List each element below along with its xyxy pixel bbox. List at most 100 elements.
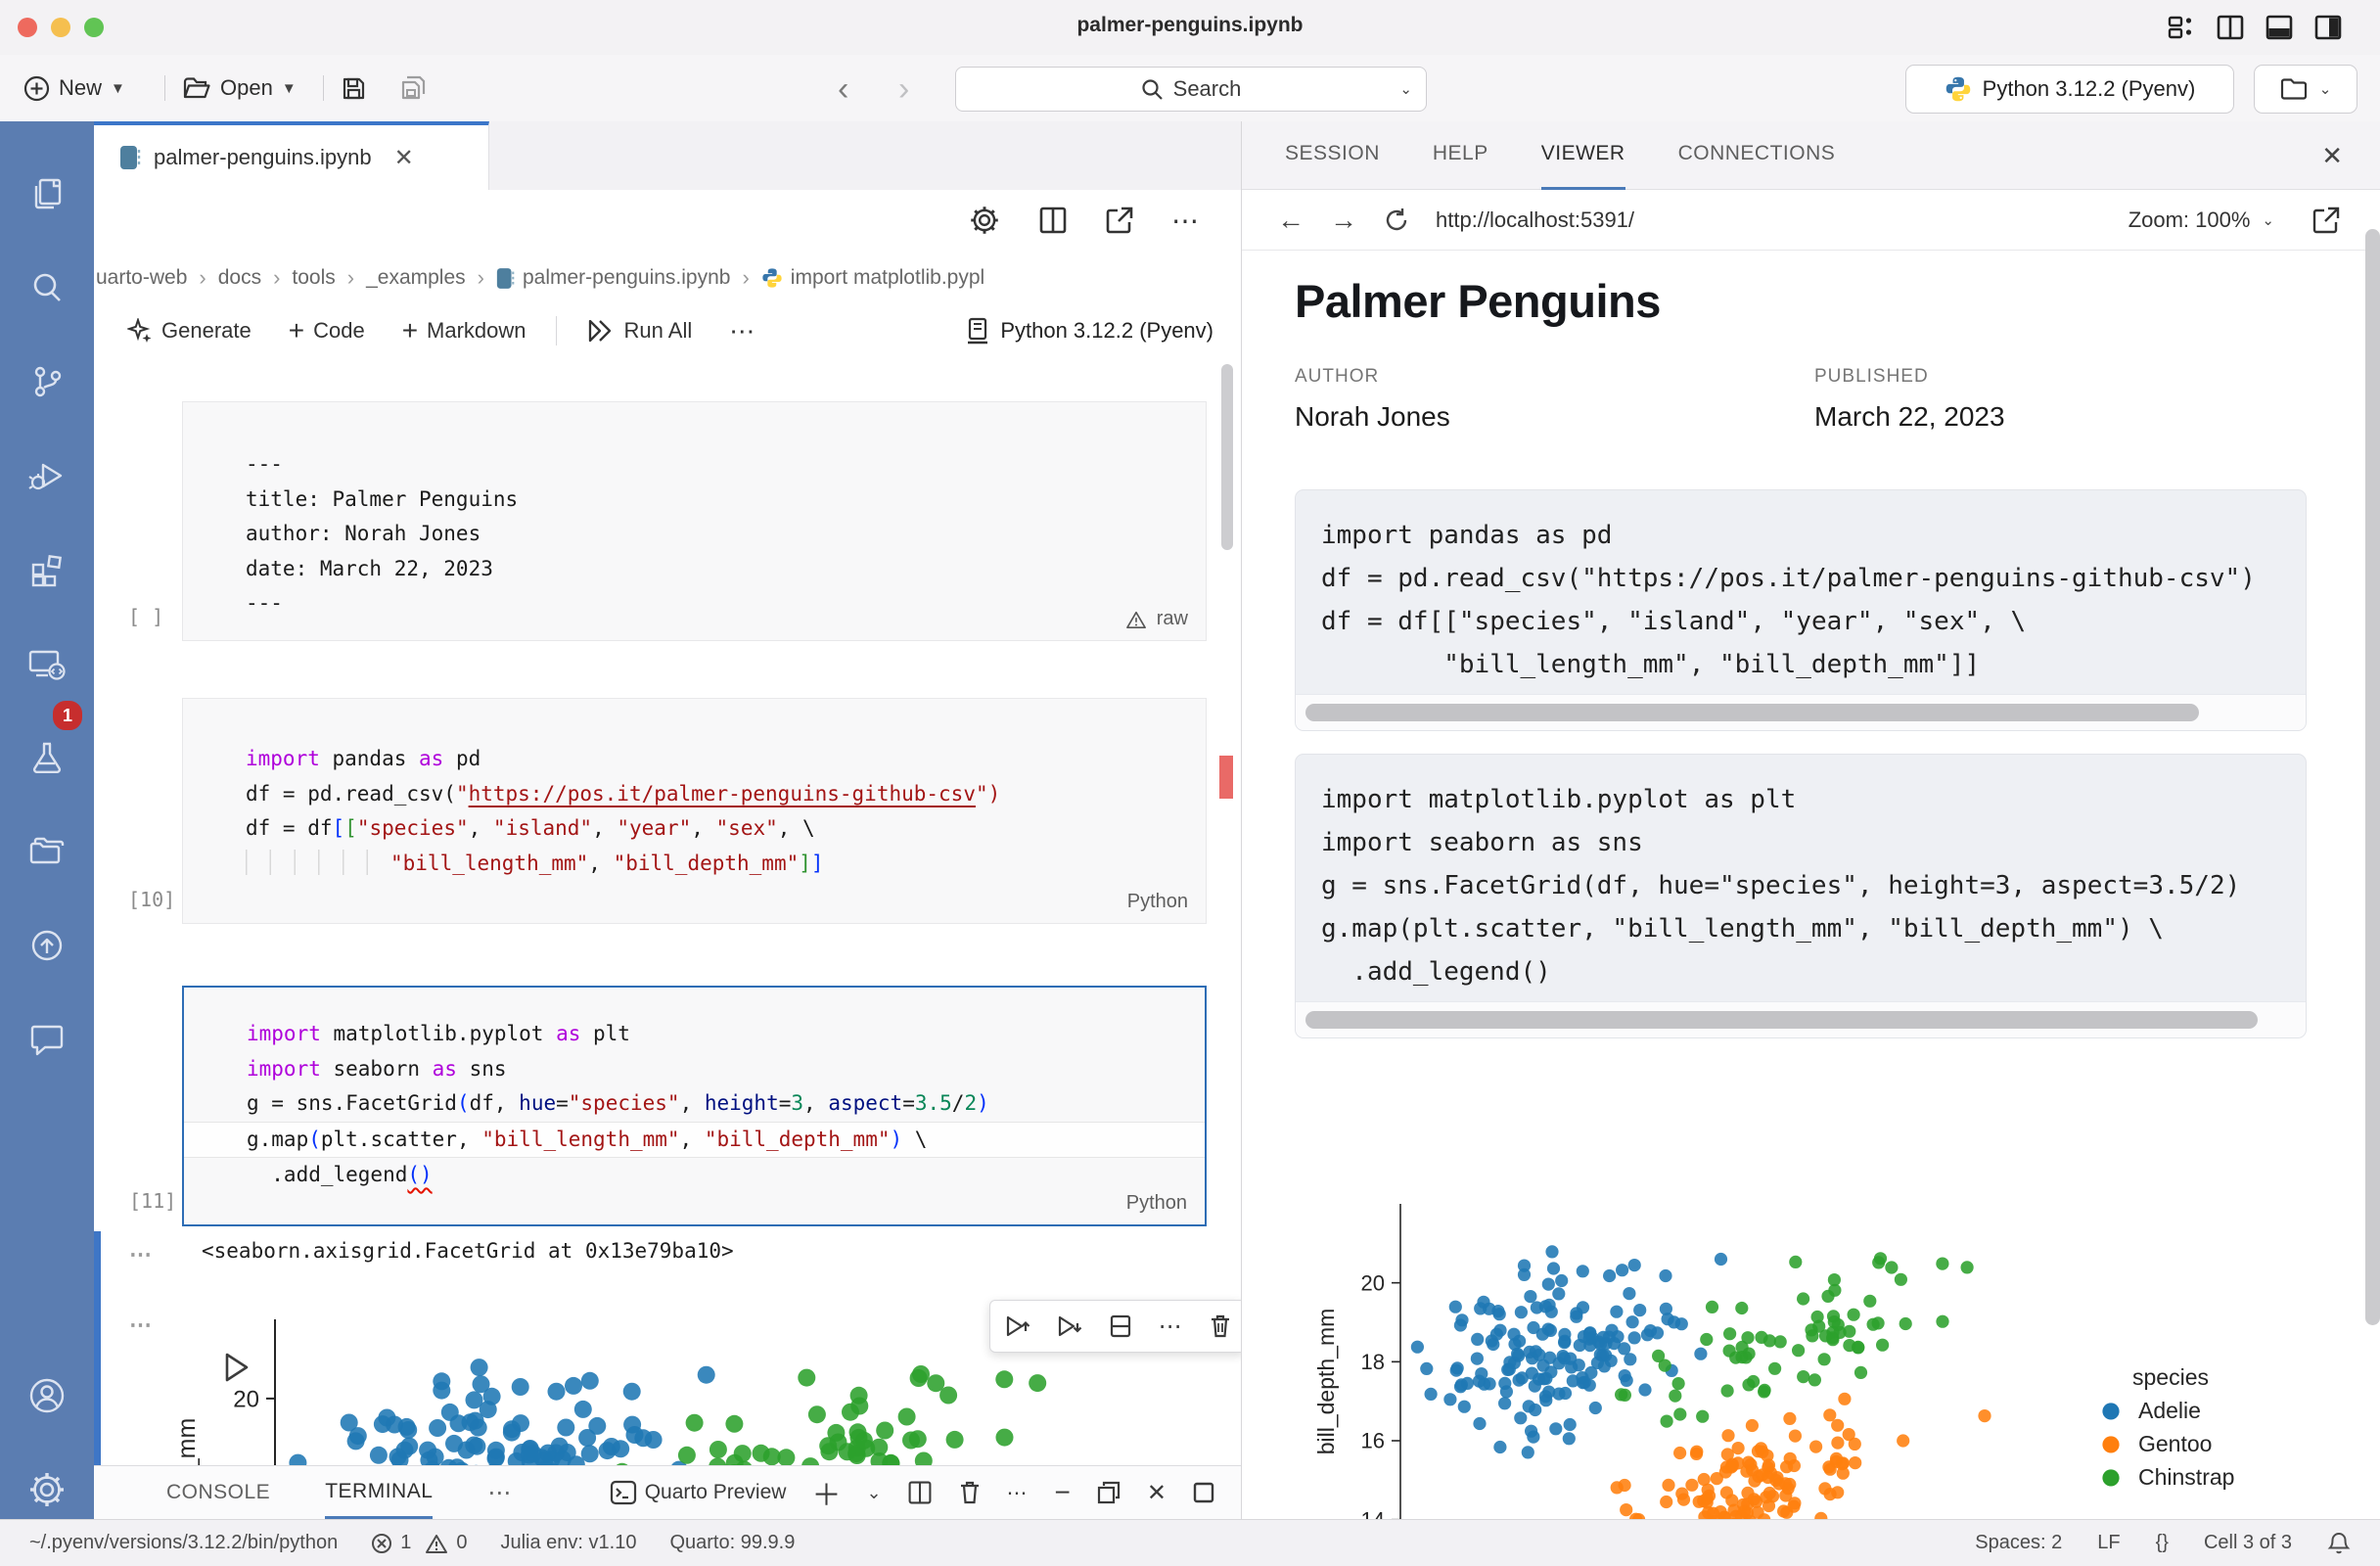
tab-session[interactable]: SESSION bbox=[1285, 121, 1380, 190]
customize-layout-icon[interactable] bbox=[2167, 14, 2196, 41]
workspace-folder-button[interactable]: ⌄ bbox=[2254, 65, 2357, 114]
code-line[interactable]: .add_legend() bbox=[184, 1158, 1205, 1193]
cell-language-label[interactable]: Python bbox=[1127, 891, 1188, 913]
search-input[interactable]: Search ⌄ bbox=[955, 67, 1427, 112]
tab-connections[interactable]: CONNECTIONS bbox=[1678, 121, 1836, 190]
kill-terminal-icon[interactable] bbox=[958, 1480, 982, 1505]
sidebar-item-run-debug[interactable] bbox=[0, 431, 94, 521]
generate-button[interactable]: Generate bbox=[115, 309, 263, 352]
viewer-reload-icon[interactable] bbox=[1383, 207, 1410, 234]
kernel-selector[interactable]: Python 3.12.2 (Pyenv) bbox=[965, 317, 1213, 345]
restore-panel-icon[interactable] bbox=[1096, 1480, 1121, 1505]
sidebar-item-publish[interactable] bbox=[0, 900, 94, 990]
sidebar-item-folders[interactable] bbox=[0, 806, 94, 897]
tab-help[interactable]: HELP bbox=[1433, 121, 1488, 190]
tab-terminal[interactable]: TERMINAL bbox=[325, 1467, 433, 1519]
close-panel-icon[interactable]: ✕ bbox=[1147, 1479, 1167, 1507]
close-secondary-panel-icon[interactable]: ✕ bbox=[2321, 141, 2343, 171]
more-panel-actions-icon[interactable]: ⋯ bbox=[1007, 1481, 1030, 1505]
open-external-icon[interactable] bbox=[1105, 206, 1134, 235]
notebook-cell[interactable]: ---title: Palmer Penguinsauthor: Norah J… bbox=[182, 401, 1207, 641]
cell-position-indicator[interactable]: Cell 3 of 3 bbox=[2204, 1532, 2292, 1554]
code-line[interactable]: --- bbox=[183, 586, 1206, 622]
breadcrumb-item[interactable]: uarto-web bbox=[96, 266, 187, 290]
quarto-preview-terminal[interactable]: Quarto Preview bbox=[610, 1480, 787, 1505]
code-scrollbar[interactable] bbox=[1296, 1001, 2306, 1037]
minimize-panel-icon[interactable]: − bbox=[1055, 1477, 1071, 1508]
language-mode-indicator[interactable]: {} bbox=[2156, 1532, 2169, 1554]
code-line[interactable]: "bill_length_mm", "bill_depth_mm"]] bbox=[183, 847, 1206, 882]
sidebar-item-search[interactable] bbox=[0, 243, 94, 333]
open-file-button[interactable]: Open▼ bbox=[182, 66, 297, 111]
viewer-scrollbar-thumb[interactable] bbox=[2365, 229, 2380, 1325]
save-button[interactable] bbox=[341, 66, 367, 111]
code-line[interactable]: import matplotlib.pyplot as plt bbox=[184, 1017, 1205, 1052]
code-line[interactable]: df = df[["species", "island", "year", "s… bbox=[183, 811, 1206, 847]
save-all-button[interactable] bbox=[399, 66, 428, 111]
code-line[interactable]: import pandas as pd bbox=[183, 742, 1206, 777]
tab-viewer[interactable]: VIEWER bbox=[1541, 121, 1625, 190]
notebook-settings-gear-icon[interactable] bbox=[968, 204, 1001, 237]
tab-console[interactable]: CONSOLE bbox=[166, 1467, 270, 1519]
split-terminal-icon[interactable] bbox=[907, 1480, 933, 1505]
tab-palmer-penguins[interactable]: palmer-penguins.ipynb ✕ bbox=[94, 121, 489, 190]
toggle-panel-icon[interactable] bbox=[2265, 14, 2294, 41]
interpreter-selector[interactable]: Python 3.12.2 (Pyenv) bbox=[1905, 65, 2234, 114]
code-line[interactable]: g.map(plt.scatter, "bill_length_mm", "bi… bbox=[184, 1122, 1205, 1159]
run-all-button[interactable]: Run All bbox=[574, 309, 705, 352]
julia-env-indicator[interactable]: Julia env: v1.10 bbox=[500, 1532, 636, 1554]
close-tab-icon[interactable]: ✕ bbox=[394, 144, 414, 172]
eol-indicator[interactable]: LF bbox=[2097, 1532, 2120, 1554]
new-file-button[interactable]: New▼ bbox=[23, 66, 125, 111]
viewer-zoom-control[interactable]: Zoom: 100%⌄ bbox=[2128, 207, 2274, 233]
sidebar-item-comments[interactable] bbox=[0, 994, 94, 1084]
navigate-forward-button[interactable]: › bbox=[898, 70, 909, 109]
breadcrumb-item[interactable]: docs bbox=[218, 266, 261, 290]
more-notebook-actions[interactable]: ⋯ bbox=[717, 309, 769, 352]
toggle-secondary-sidebar-icon[interactable] bbox=[2313, 14, 2343, 41]
new-terminal-button[interactable]: ＋ bbox=[811, 1471, 841, 1514]
code-line[interactable]: --- bbox=[183, 447, 1206, 483]
editor-scrollbar-thumb[interactable] bbox=[1221, 364, 1233, 550]
python-interpreter-path[interactable]: ~/.pyenv/versions/3.12.2/bin/python bbox=[29, 1532, 338, 1554]
sidebar-item-extensions[interactable] bbox=[0, 525, 94, 615]
indentation-indicator[interactable]: Spaces: 2 bbox=[1975, 1532, 2062, 1554]
add-markdown-cell-button[interactable]: +Markdown bbox=[390, 309, 538, 352]
split-editor-layout-icon[interactable] bbox=[2216, 14, 2245, 41]
terminal-dropdown-icon[interactable]: ⌄ bbox=[866, 1483, 881, 1503]
breadcrumb[interactable]: uarto-web›docs›tools›_examples›palmer-pe… bbox=[94, 254, 1243, 301]
breadcrumb-item[interactable]: palmer-penguins.ipynb bbox=[496, 266, 730, 290]
code-line[interactable]: title: Palmer Penguins bbox=[183, 483, 1206, 518]
code-line[interactable]: date: March 22, 2023 bbox=[183, 552, 1206, 587]
cell-language-label[interactable]: Python bbox=[1126, 1192, 1187, 1215]
code-line[interactable]: g = sns.FacetGrid(df, hue="species", hei… bbox=[184, 1086, 1205, 1122]
breadcrumb-item[interactable]: tools bbox=[292, 266, 335, 290]
breadcrumb-item[interactable]: _examples bbox=[366, 266, 466, 290]
output-collapse-handle[interactable]: ⋯ bbox=[129, 1241, 154, 1267]
viewer-forward-icon[interactable]: → bbox=[1330, 205, 1357, 236]
sidebar-item-remote-explorer[interactable] bbox=[0, 619, 94, 709]
viewer-url[interactable]: http://localhost:5391/ bbox=[1436, 207, 1634, 233]
notebook-cell[interactable]: import matplotlib.pyplot as pltimport se… bbox=[182, 986, 1207, 1226]
breadcrumb-item[interactable]: import matplotlib.pypl bbox=[761, 266, 984, 290]
code-line[interactable]: import seaborn as sns bbox=[184, 1052, 1205, 1087]
quarto-version-indicator[interactable]: Quarto: 99.9.9 bbox=[669, 1532, 795, 1554]
account-button[interactable] bbox=[0, 1351, 94, 1441]
split-editor-icon[interactable] bbox=[1038, 206, 1068, 235]
code-line[interactable]: author: Norah Jones bbox=[183, 517, 1206, 552]
code-scrollbar[interactable] bbox=[1296, 694, 2306, 730]
cell-language-label[interactable]: raw bbox=[1125, 608, 1188, 630]
notifications-bell-icon[interactable] bbox=[2327, 1531, 2351, 1556]
navigate-back-button[interactable]: ‹ bbox=[838, 70, 848, 109]
viewer-back-icon[interactable]: ← bbox=[1277, 205, 1304, 236]
maximize-panel-icon[interactable] bbox=[1192, 1481, 1215, 1504]
code-line[interactable]: df = pd.read_csv("https://pos.it/palmer-… bbox=[183, 777, 1206, 812]
more-panel-tabs[interactable]: ⋯ bbox=[487, 1467, 513, 1519]
sidebar-item-explorer[interactable] bbox=[0, 149, 94, 239]
sidebar-item-source-control[interactable] bbox=[0, 337, 94, 427]
add-code-cell-button[interactable]: +Code bbox=[277, 309, 377, 352]
notebook-cell[interactable]: import pandas as pddf = pd.read_csv("htt… bbox=[182, 698, 1207, 924]
more-actions-icon[interactable]: ⋯ bbox=[1171, 205, 1202, 237]
problems-indicator[interactable]: 1 0 bbox=[371, 1532, 467, 1554]
viewer-open-external-icon[interactable] bbox=[2311, 206, 2341, 235]
